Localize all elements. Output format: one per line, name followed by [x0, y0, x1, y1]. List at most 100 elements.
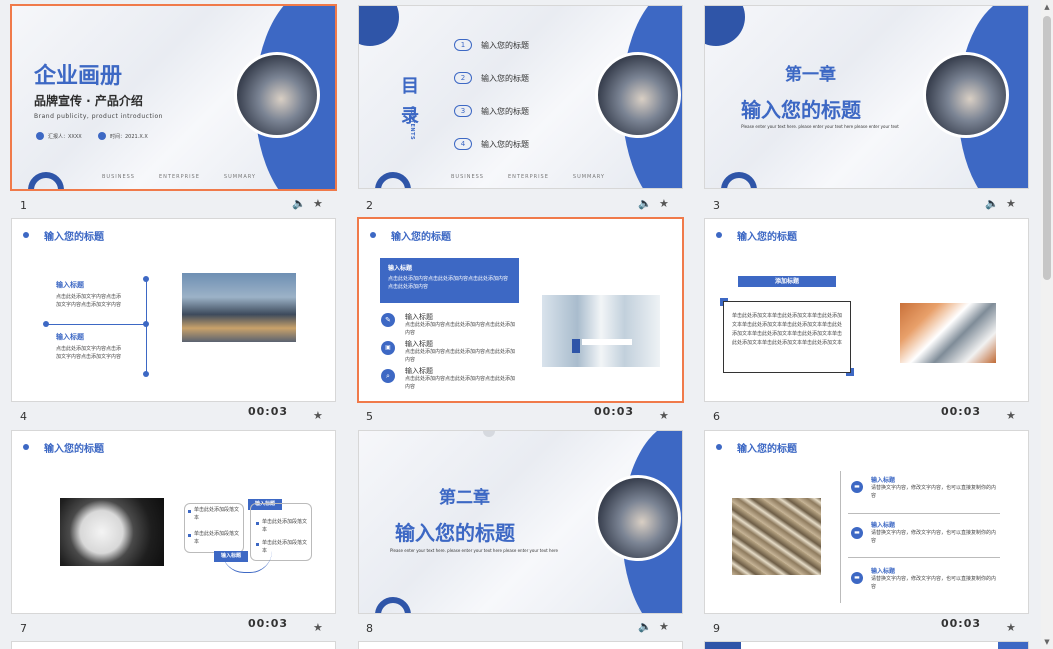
item-icon-2: ▬ [851, 527, 863, 539]
star-icon[interactable]: ★ [659, 409, 669, 422]
footer-labels: BUSINESS ENTERPRISE SUMMARY [451, 174, 605, 180]
slide-number: 6 [713, 410, 720, 423]
slide-thumbnail-11-partial[interactable] [358, 641, 683, 649]
slide-header: 输入您的标题 [44, 444, 104, 455]
contents-label: CONTENTS [409, 106, 415, 141]
slide-thumbnail-1[interactable]: 企业画册 品牌宣传 · 产品介绍 Brand publicity, produc… [10, 4, 337, 191]
header-dot [23, 444, 29, 450]
vertical-scrollbar[interactable]: ▲ ▼ [1041, 0, 1053, 649]
toc-label: 输入您的标题 [481, 73, 529, 83]
pen-icon: ✎ [381, 313, 395, 327]
slide-number: 9 [713, 622, 720, 635]
star-icon[interactable]: ★ [1006, 409, 1016, 422]
slide-thumbnail-3[interactable]: 第一章 输入您的标题 Please enter your text here. … [704, 5, 1029, 189]
laptop-photo [923, 52, 1009, 138]
divider-vertical [840, 471, 841, 603]
star-icon[interactable]: ★ [1006, 621, 1016, 634]
toc-item-4: 4 输入您的标题 [454, 138, 529, 150]
item-icon-1: ▬ [851, 481, 863, 493]
item-text-2: 请替换文字内容，修改文字内容，也可以直接复制你的内容 [871, 530, 997, 544]
slide-thumbnail-2[interactable]: 目 录 CONTENTS 1 输入您的标题 2 输入您的标题 3 输入您的标题 … [358, 5, 683, 189]
slide-thumbnail-7[interactable]: 输入您的标题 输入标题 单击此处添加段落文本 单击此处添加段落文本 单击此处添加… [11, 430, 336, 614]
item-text-1: 请替换文字内容，修改文字内容，也可以直接复制你的内容 [871, 485, 997, 499]
transition-time: 00:03 [248, 405, 289, 418]
timeline-dot [43, 321, 49, 327]
laptop-photo [595, 52, 681, 138]
timeline-dot [143, 371, 149, 377]
header-dot [370, 232, 376, 238]
speaker-icon[interactable]: 🔈 [985, 197, 999, 210]
star-icon[interactable]: ★ [313, 197, 323, 210]
slide-number: 5 [366, 410, 373, 423]
chapter-desc: Please enter your text here. please ente… [390, 548, 558, 553]
header-dot [716, 444, 722, 450]
header-dot [716, 232, 722, 238]
toc-number: 4 [454, 138, 472, 150]
architecture-photo [900, 303, 996, 363]
chapter-desc: Please enter your text here. please ente… [741, 124, 899, 129]
slide-thumbnail-8[interactable]: 第二章 输入您的标题 Please enter your text here. … [358, 430, 683, 614]
cover-english: Brand publicity, product introduction [34, 113, 163, 120]
laptop-photo [595, 475, 681, 561]
corner-shape [705, 642, 741, 649]
speaker-icon[interactable]: 🔈 [638, 620, 652, 633]
transition-time: 00:03 [941, 617, 982, 630]
block-text-1: 点击此处添加文字内容点击添加文字内容点击添加文字内容 [56, 294, 122, 308]
office-photo [542, 295, 660, 367]
item-title-1: 输入标题 [871, 477, 896, 484]
item-text-3: 请替换文字内容，修改文字内容，也可以直接复制你的内容 [871, 576, 997, 590]
frame-corner-accent [846, 368, 854, 376]
office-desk [582, 339, 632, 345]
tag-bar: 添加标题 [738, 276, 836, 287]
footer-labels: BUSINESS ENTERPRISE SUMMARY [102, 174, 256, 180]
transition-time: 00:03 [941, 405, 982, 418]
toc-label: 输入您的标题 [481, 139, 529, 149]
item-icon-3: ▬ [851, 572, 863, 584]
speaker-icon[interactable]: 🔈 [638, 197, 652, 210]
box-title: 输入标题 [388, 265, 413, 272]
toc-title-1: 目 [401, 76, 419, 97]
slide-header: 输入您的标题 [737, 232, 797, 243]
slide-thumbnail-5[interactable]: 输入您的标题 输入标题 点击此处添加内容点击此处添加内容点击此处添加内容点击此处… [357, 217, 684, 403]
slide-number: 7 [20, 622, 27, 635]
star-icon[interactable]: ★ [659, 197, 669, 210]
bullet-dot [188, 534, 191, 537]
slide-header: 输入您的标题 [391, 232, 451, 243]
toc-item-3: 3 输入您的标题 [454, 105, 529, 117]
scroll-down-arrow[interactable]: ▼ [1041, 635, 1053, 649]
connector-arc [222, 551, 272, 573]
star-icon[interactable]: ★ [659, 620, 669, 633]
chapter-title: 输入您的标题 [395, 521, 515, 545]
divider-horizontal [848, 557, 1000, 558]
cover-title: 企业画册 [34, 64, 123, 89]
slide-number: 3 [713, 199, 720, 212]
divider-horizontal [848, 513, 1000, 514]
header-dot [23, 232, 29, 238]
toc-item-2: 2 输入您的标题 [454, 72, 529, 84]
bullet-dot [256, 522, 259, 525]
toc-number: 3 [454, 105, 472, 117]
slide-thumbnail-9[interactable]: 输入您的标题 ▬ 输入标题 请替换文字内容，修改文字内容，也可以直接复制你的内容… [704, 430, 1029, 614]
reporter-label: 汇报人：XXXX [48, 134, 82, 140]
slide-thumbnail-6[interactable]: 输入您的标题 添加标题 单击此处添加文本单击此处添加文本单击此处添加文本单击此处… [704, 218, 1029, 402]
date-label: 时间：2021.X.X [110, 134, 148, 140]
bullet-text-3: 单击此处添加段落文本 [262, 519, 308, 533]
slide-number: 2 [366, 199, 373, 212]
star-icon[interactable]: ★ [313, 409, 323, 422]
star-icon[interactable]: ★ [1006, 197, 1016, 210]
slide-header: 输入您的标题 [44, 232, 104, 243]
transition-time: 00:03 [248, 617, 289, 630]
block-title-2: 输入标题 [56, 333, 84, 341]
frame-corner-accent [720, 298, 728, 306]
scroll-up-arrow[interactable]: ▲ [1041, 0, 1053, 14]
slide-thumbnail-12-partial[interactable] [704, 641, 1029, 649]
reporter-icon [36, 132, 44, 140]
chapter-label: 第二章 [439, 488, 490, 508]
scroll-thumb[interactable] [1043, 16, 1051, 280]
slide-thumbnail-10-partial[interactable] [11, 641, 336, 649]
star-icon[interactable]: ★ [313, 621, 323, 634]
block-title-1: 输入标题 [56, 281, 84, 289]
row-text-1: 点击此处添加内容点击此处添加内容点击此处添加内容 [405, 322, 516, 336]
speaker-icon[interactable]: 🔈 [292, 197, 306, 210]
slide-thumbnail-4[interactable]: 输入您的标题 输入标题 点击此处添加文字内容点击添加文字内容点击添加文字内容 输… [11, 218, 336, 402]
